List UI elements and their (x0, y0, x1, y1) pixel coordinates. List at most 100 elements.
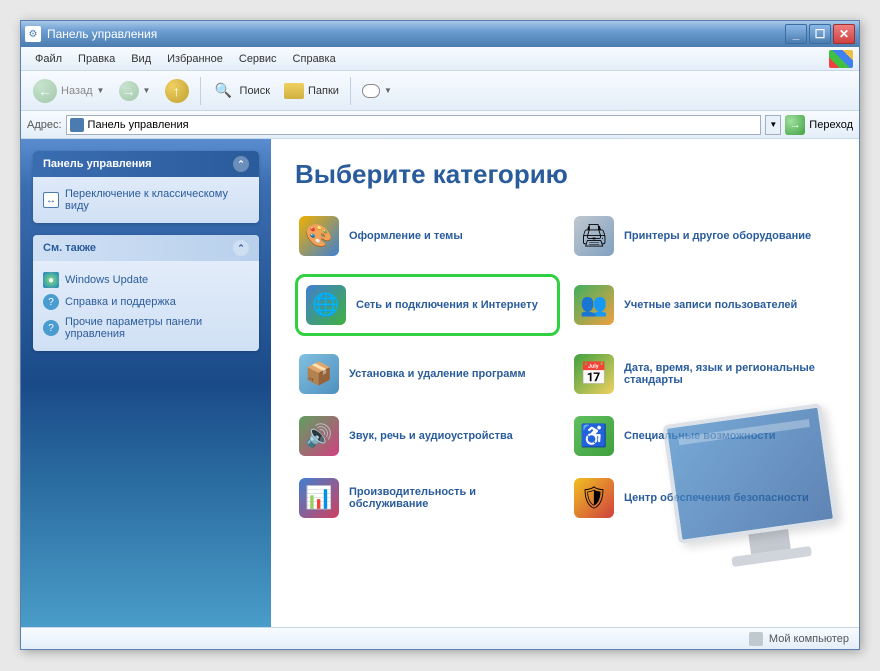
views-icon (362, 84, 380, 98)
address-input[interactable]: Панель управления (66, 115, 762, 135)
category-label: Установка и удаление программ (349, 368, 526, 380)
category-palette[interactable]: 🎨 Оформление и темы (295, 212, 560, 260)
link-label: Переключение к классическому виду (65, 188, 249, 212)
panel-header[interactable]: См. также ⌃ (33, 235, 259, 261)
go-label: Переход (809, 119, 853, 131)
folders-label: Папки (308, 85, 339, 97)
help-icon: ? (43, 320, 59, 336)
forward-button[interactable]: → ▼ (113, 77, 157, 105)
menu-tools[interactable]: Сервис (231, 50, 285, 68)
category-printer[interactable]: 🖨 Принтеры и другое оборудование (570, 212, 835, 260)
search-label: Поиск (240, 85, 270, 97)
page-heading: Выберите категорию (295, 159, 835, 190)
address-dropdown[interactable]: ▼ (765, 115, 781, 135)
category-label: Производительность и обслуживание (349, 486, 556, 510)
control-panel-icon: ⚙ (25, 26, 41, 42)
category-label: Сеть и подключения к Интернету (356, 299, 538, 311)
network-icon: 🌐 (306, 285, 346, 325)
category-label: Учетные записи пользователей (624, 299, 797, 311)
minimize-button[interactable]: _ (785, 24, 807, 44)
date-icon: 📅 (574, 354, 614, 394)
category-grid: 🎨 Оформление и темы 🖨 Принтеры и другое обо… (295, 212, 835, 522)
other-options-link[interactable]: ? Прочие параметры панели управления (43, 313, 249, 343)
users-icon: 👥 (574, 285, 614, 325)
category-security[interactable]: 🛡 Центр обеспечения безопасности (570, 474, 835, 522)
address-value: Панель управления (88, 119, 189, 131)
printer-icon: 🖨 (574, 216, 614, 256)
views-button[interactable]: ▼ (356, 80, 398, 102)
menu-view[interactable]: Вид (123, 50, 159, 68)
arrow-right-icon: → (119, 81, 139, 101)
separator (350, 77, 351, 105)
chevron-down-icon: ▼ (97, 86, 105, 95)
palette-icon: 🎨 (299, 216, 339, 256)
up-button[interactable]: ↑ (159, 75, 195, 107)
main-area: Панель управления ⌃ ↔ Переключение к кла… (21, 139, 859, 627)
computer-icon (749, 632, 763, 646)
link-label: Windows Update (65, 274, 148, 286)
chevron-down-icon: ▼ (384, 86, 392, 95)
category-label: Звук, речь и аудиоустройства (349, 430, 513, 442)
category-network[interactable]: 🌐 Сеть и подключения к Интернету (295, 274, 560, 336)
panel-title: Панель управления (43, 158, 152, 170)
arrow-left-icon: ← (33, 79, 57, 103)
status-text: Мой компьютер (769, 633, 849, 645)
windows-update-link[interactable]: ● Windows Update (43, 269, 249, 291)
sidebar-panel-see-also: См. также ⌃ ● Windows Update ? Справка и… (33, 235, 259, 351)
menu-file[interactable]: Файл (27, 50, 70, 68)
category-sound[interactable]: 🔊 Звук, речь и аудиоустройства (295, 412, 560, 460)
collapse-icon[interactable]: ⌃ (233, 156, 249, 172)
search-button[interactable]: 🔍 Поиск (206, 75, 276, 107)
menu-help[interactable]: Справка (285, 50, 344, 68)
switch-classic-view-link[interactable]: ↔ Переключение к классическому виду (43, 185, 249, 215)
category-label: Принтеры и другое оборудование (624, 230, 811, 242)
content-area: Выберите категорию 🎨 Оформление и темы 🖨 Пр… (271, 139, 859, 627)
sidebar-panel-control-panel: Панель управления ⌃ ↔ Переключение к кла… (33, 151, 259, 223)
statusbar: Мой компьютер (21, 627, 859, 649)
menubar: Файл Правка Вид Избранное Сервис Справка (21, 47, 859, 71)
titlebar[interactable]: ⚙ Панель управления _ ☐ ✕ (21, 21, 859, 47)
performance-icon: 📊 (299, 478, 339, 518)
control-panel-icon (70, 118, 84, 132)
separator (200, 77, 201, 105)
chevron-down-icon: ▼ (143, 86, 151, 95)
category-label: Специальные возможности (624, 430, 776, 442)
search-icon: 🔍 (212, 79, 236, 103)
category-label: Оформление и темы (349, 230, 463, 242)
go-button[interactable]: → (785, 115, 805, 135)
accessibility-icon: ♿ (574, 416, 614, 456)
toolbar: ← Назад ▼ → ▼ ↑ 🔍 Поиск Папки ▼ (21, 71, 859, 111)
maximize-button[interactable]: ☐ (809, 24, 831, 44)
folders-button[interactable]: Папки (278, 79, 345, 103)
back-label: Назад (61, 85, 93, 97)
windows-logo-icon (829, 50, 853, 68)
control-panel-window: ⚙ Панель управления _ ☐ ✕ Файл Правка Ви… (20, 20, 860, 650)
close-button[interactable]: ✕ (833, 24, 855, 44)
category-performance[interactable]: 📊 Производительность и обслуживание (295, 474, 560, 522)
category-label: Дата, время, язык и региональные стандар… (624, 362, 831, 386)
category-date[interactable]: 📅 Дата, время, язык и региональные станда… (570, 350, 835, 398)
link-label: Прочие параметры панели управления (65, 316, 249, 340)
category-label: Центр обеспечения безопасности (624, 492, 809, 504)
panel-header[interactable]: Панель управления ⌃ (33, 151, 259, 177)
sound-icon: 🔊 (299, 416, 339, 456)
menu-favorites[interactable]: Избранное (159, 50, 231, 68)
category-accessibility[interactable]: ♿ Специальные возможности (570, 412, 835, 460)
help-icon: ? (43, 294, 59, 310)
menu-edit[interactable]: Правка (70, 50, 123, 68)
link-label: Справка и поддержка (65, 296, 176, 308)
globe-icon: ● (43, 272, 59, 288)
window-title: Панель управления (47, 27, 785, 41)
folders-icon (284, 83, 304, 99)
security-icon: 🛡 (574, 478, 614, 518)
panel-title: См. также (43, 242, 96, 254)
sidebar: Панель управления ⌃ ↔ Переключение к кла… (21, 139, 271, 627)
collapse-icon[interactable]: ⌃ (233, 240, 249, 256)
programs-icon: 📦 (299, 354, 339, 394)
category-users[interactable]: 👥 Учетные записи пользователей (570, 274, 835, 336)
address-label: Адрес: (27, 119, 62, 131)
back-button[interactable]: ← Назад ▼ (27, 75, 111, 107)
category-programs[interactable]: 📦 Установка и удаление программ (295, 350, 560, 398)
addressbar: Адрес: Панель управления ▼ → Переход (21, 111, 859, 139)
help-support-link[interactable]: ? Справка и поддержка (43, 291, 249, 313)
